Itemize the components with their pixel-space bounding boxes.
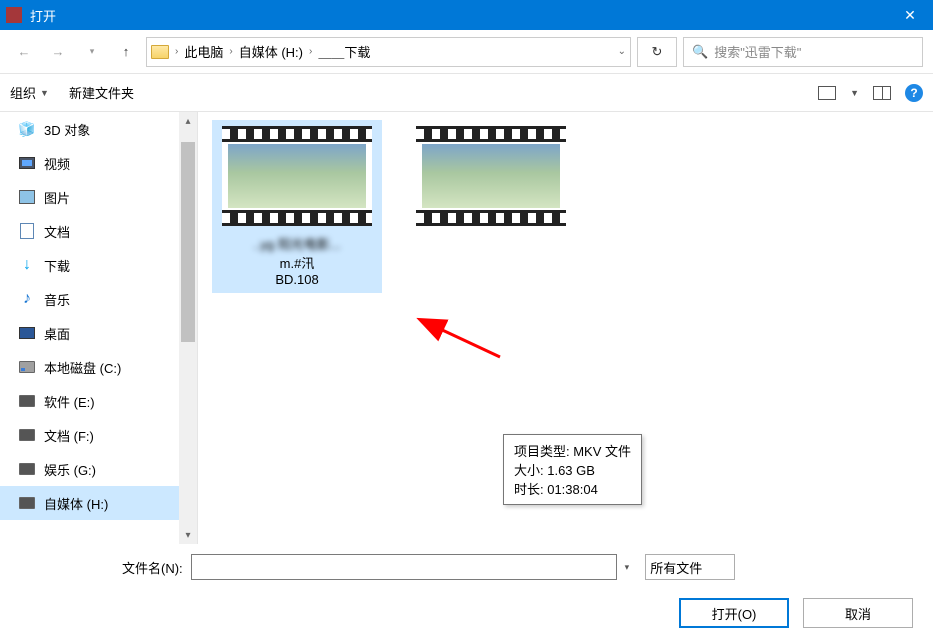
cancel-button[interactable]: 取消	[803, 598, 913, 628]
organize-button[interactable]: 组织 ▼	[10, 83, 49, 102]
filetype-label: 所有文件	[650, 558, 702, 577]
search-input[interactable]: 🔍 搜索"迅雷下载"	[683, 37, 923, 67]
chevron-down-icon[interactable]: ▼	[850, 88, 859, 98]
bottom-bar: 文件名(N): ▾ 所有文件 打开(O) 取消	[0, 544, 933, 638]
view-mode-button[interactable]	[818, 86, 836, 100]
sidebar-item-disk-e[interactable]: 软件 (E:)	[0, 384, 197, 418]
help-icon: ?	[910, 86, 917, 100]
sidebar-item-label: 文档	[44, 222, 70, 241]
breadcrumb[interactable]: 此电脑	[184, 42, 223, 61]
sidebar-item-label: 图片	[44, 188, 70, 207]
sidebar-item-documents[interactable]: 文档	[0, 214, 197, 248]
organize-label: 组织	[10, 83, 36, 102]
filename-row: 文件名(N): ▾ 所有文件	[14, 554, 919, 580]
disk-icon	[18, 426, 36, 444]
sidebar[interactable]: 🧊 3D 对象 视频 图片 文档 ↓ 下载 ♪ 音乐 桌面 本地磁盘 (C:) 软件 …	[0, 112, 198, 544]
tooltip-size: 大小: 1.63 GB	[514, 460, 631, 479]
filename-label: 文件名(N):	[122, 558, 183, 577]
desktop-icon	[18, 324, 36, 342]
sidebar-item-disk-g[interactable]: 娱乐 (G:)	[0, 452, 197, 486]
filename-input[interactable]	[191, 554, 617, 580]
search-placeholder: 搜索"迅雷下载"	[714, 42, 801, 61]
sidebar-item-video[interactable]: 视频	[0, 146, 197, 180]
preview-pane-button[interactable]	[873, 86, 891, 100]
sidebar-item-label: 桌面	[44, 324, 70, 343]
sidebar-item-label: 本地磁盘 (C:)	[44, 358, 121, 377]
sidebar-item-downloads[interactable]: ↓ 下载	[0, 248, 197, 282]
address-box[interactable]: › 此电脑 › 自媒体 (H:) › ＿＿下载 ⌄	[146, 37, 631, 67]
sidebar-item-desktop[interactable]: 桌面	[0, 316, 197, 350]
disk-icon	[18, 358, 36, 376]
breadcrumb[interactable]: ＿＿下载	[318, 42, 370, 61]
sidebar-scrollbar[interactable]: ▴ ▾	[179, 112, 197, 544]
disk-icon	[18, 460, 36, 478]
chevron-down-icon: ▼	[40, 88, 49, 98]
file-pane[interactable]: ..yg 阳光电影... m.#汛 BD.108 项目类型: MKV 文件 大小…	[198, 112, 933, 544]
scroll-down-icon[interactable]: ▾	[179, 526, 197, 544]
sidebar-item-label: 下载	[44, 256, 70, 275]
sidebar-item-disk-h[interactable]: 自媒体 (H:)	[0, 486, 197, 520]
nav-back-button[interactable]: ←	[10, 38, 38, 66]
video-icon	[18, 154, 36, 172]
sidebar-item-music[interactable]: ♪ 音乐	[0, 282, 197, 316]
sidebar-item-label: 自媒体 (H:)	[44, 494, 108, 513]
folder-icon	[151, 45, 169, 59]
file-item[interactable]: ..yg 阳光电影... m.#汛 BD.108	[212, 120, 382, 293]
download-icon: ↓	[18, 256, 36, 274]
document-icon	[18, 222, 36, 240]
chevron-down-icon[interactable]: ⌄	[618, 46, 626, 57]
video-thumbnail	[416, 126, 566, 226]
title-bar: 打开 ✕	[0, 0, 933, 30]
sidebar-item-disk-f[interactable]: 文档 (F:)	[0, 418, 197, 452]
scrollbar-thumb[interactable]	[181, 142, 195, 342]
window-title: 打开	[30, 6, 887, 25]
cancel-label: 取消	[845, 604, 871, 623]
tooltip-duration: 时长: 01:38:04	[514, 479, 631, 498]
help-button[interactable]: ?	[905, 84, 923, 102]
video-thumbnail	[222, 126, 372, 226]
nav-forward-button: →	[44, 38, 72, 66]
crumb-sep-icon: ›	[229, 46, 232, 57]
toolbar: 组织 ▼ 新建文件夹 ▼ ?	[0, 74, 933, 112]
sidebar-item-label: 文档 (F:)	[44, 426, 94, 445]
sidebar-item-3d[interactable]: 🧊 3D 对象	[0, 112, 197, 146]
crumb-sep-icon: ›	[309, 46, 312, 57]
file-item[interactable]	[406, 126, 576, 234]
sidebar-item-pictures[interactable]: 图片	[0, 180, 197, 214]
filetype-combo[interactable]: 所有文件	[645, 554, 735, 580]
sidebar-item-label: 娱乐 (G:)	[44, 460, 96, 479]
nav-recent-button[interactable]: ▾	[78, 38, 106, 66]
newfolder-label: 新建文件夹	[69, 83, 134, 102]
breadcrumb[interactable]: 自媒体 (H:)	[239, 42, 303, 61]
file-tooltip: 项目类型: MKV 文件 大小: 1.63 GB 时长: 01:38:04	[503, 434, 642, 505]
refresh-button[interactable]: ↻	[637, 37, 677, 67]
cube-icon: 🧊	[18, 120, 36, 138]
nav-up-button[interactable]: ↑	[112, 38, 140, 66]
open-button[interactable]: 打开(O)	[679, 598, 789, 628]
sidebar-item-label: 视频	[44, 154, 70, 173]
disk-icon	[18, 494, 36, 512]
refresh-icon: ↻	[652, 44, 663, 60]
picture-icon	[18, 188, 36, 206]
tooltip-type: 项目类型: MKV 文件	[514, 441, 631, 460]
open-label: 打开(O)	[712, 604, 757, 623]
sidebar-item-label: 3D 对象	[44, 120, 90, 139]
app-icon	[6, 7, 22, 23]
disk-icon	[18, 392, 36, 410]
annotation-arrow	[430, 322, 510, 365]
chevron-down-icon[interactable]: ▾	[625, 562, 630, 573]
new-folder-button[interactable]: 新建文件夹	[69, 83, 134, 102]
address-bar: ← → ▾ ↑ › 此电脑 › 自媒体 (H:) › ＿＿下载 ⌄ ↻ 🔍 搜索…	[0, 30, 933, 74]
close-button[interactable]: ✕	[887, 0, 933, 30]
search-icon: 🔍	[692, 44, 708, 60]
file-name: ..yg 阳光电影... m.#汛 BD.108	[217, 234, 377, 287]
sidebar-item-disk-c[interactable]: 本地磁盘 (C:)	[0, 350, 197, 384]
sidebar-item-label: 软件 (E:)	[44, 392, 95, 411]
crumb-sep-icon: ›	[175, 46, 178, 57]
music-icon: ♪	[18, 290, 36, 308]
sidebar-item-label: 音乐	[44, 290, 70, 309]
button-row: 打开(O) 取消	[14, 598, 919, 628]
scroll-up-icon[interactable]: ▴	[179, 112, 197, 130]
